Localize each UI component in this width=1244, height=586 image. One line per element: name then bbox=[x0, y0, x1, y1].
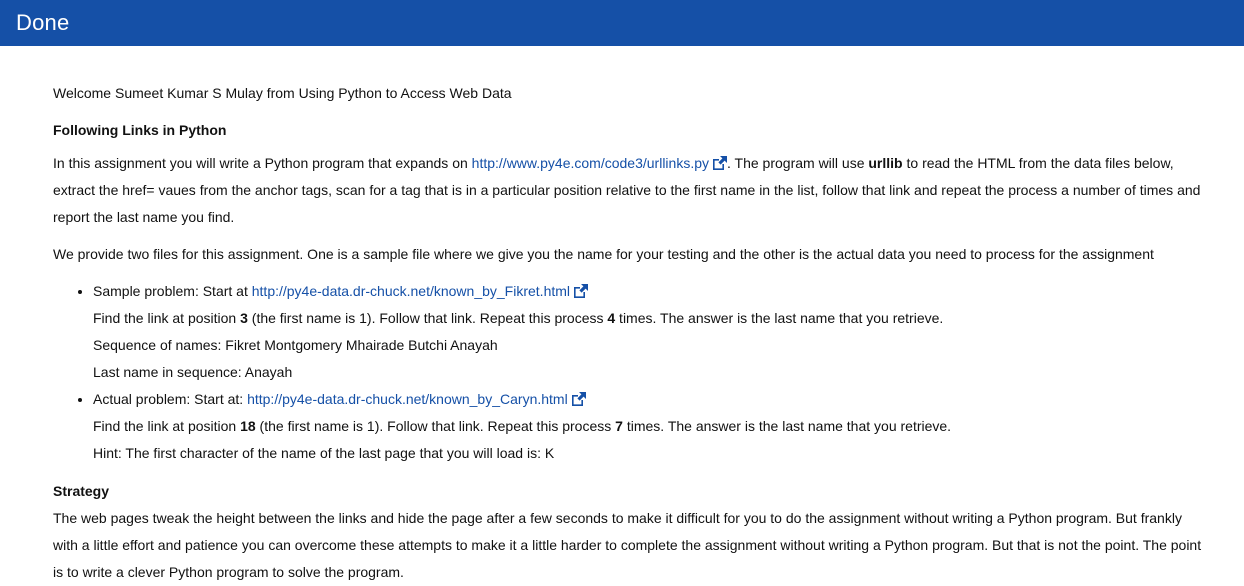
assignment-heading: Following Links in Python bbox=[53, 122, 227, 138]
actual-link[interactable]: http://py4e-data.dr-chuck.net/known_by_C… bbox=[247, 391, 568, 407]
actual-count: 7 bbox=[615, 418, 623, 434]
assignment-heading-block: Following Links in Python bbox=[53, 117, 1203, 144]
external-link-icon[interactable] bbox=[573, 284, 589, 298]
sample-last-name: Last name in sequence: Anayah bbox=[93, 364, 293, 380]
external-link-icon[interactable] bbox=[571, 392, 586, 406]
provide-text: We provide two files for this assignment… bbox=[53, 246, 1154, 262]
sample-find-post: times. The answer is the last name that … bbox=[615, 310, 944, 326]
sample-start-label: Sample problem: Start at bbox=[93, 283, 252, 299]
sample-position: 3 bbox=[240, 310, 248, 326]
welcome-text: Welcome Sumeet Kumar S Mulay from Using … bbox=[53, 80, 1203, 107]
sample-problem-item: Sample problem: Start at http://py4e-dat… bbox=[93, 278, 1203, 386]
urllib-keyword: urllib bbox=[868, 155, 903, 171]
sample-find-mid: (the first name is 1). Follow that link.… bbox=[247, 310, 608, 326]
actual-find-pre: Find the link at position bbox=[93, 418, 241, 434]
problems-list: Sample problem: Start at http://py4e-dat… bbox=[53, 278, 1203, 467]
external-link-icon[interactable] bbox=[712, 156, 728, 170]
provide-paragraph: We provide two files for this assignment… bbox=[53, 241, 1203, 268]
actual-find-post: times. The answer is the last name that … bbox=[622, 418, 952, 434]
intro-pre: In this assignment you will write a Pyth… bbox=[53, 155, 472, 171]
header-bar: Done bbox=[0, 0, 1244, 46]
sample-find-pre: Find the link at position bbox=[93, 310, 241, 326]
page-title: Done bbox=[16, 10, 70, 35]
strategy-text: The web pages tweak the height between t… bbox=[53, 510, 1202, 580]
actual-problem-item: Actual problem: Start at: http://py4e-da… bbox=[93, 386, 1203, 467]
actual-find-line: Find the link at position 18 (the first … bbox=[93, 413, 1203, 440]
sample-count: 4 bbox=[607, 310, 616, 326]
actual-find-mid: (the first name is 1). Follow that link.… bbox=[255, 418, 616, 434]
strategy-block: Strategy The web pages tweak the height … bbox=[53, 478, 1203, 586]
sample-find-line: Find the link at position 3 (the first n… bbox=[93, 305, 1203, 332]
intro-mid: . The program will use bbox=[727, 155, 869, 171]
sample-sequence: Sequence of names: Fikret Montgomery Mha… bbox=[93, 337, 498, 353]
welcome-message: Welcome Sumeet Kumar S Mulay from Using … bbox=[53, 85, 512, 101]
actual-hint: Hint: The first character of the name of… bbox=[93, 445, 555, 461]
intro-paragraph: In this assignment you will write a Pyth… bbox=[53, 150, 1203, 231]
urllinks-link[interactable]: http://www.py4e.com/code3/urllinks.py bbox=[472, 155, 709, 171]
actual-position: 18 bbox=[240, 418, 256, 434]
actual-start-label: Actual problem: Start at: bbox=[93, 391, 248, 407]
sample-link[interactable]: http://py4e-data.dr-chuck.net/known_by_F… bbox=[252, 283, 570, 299]
strategy-heading: Strategy bbox=[53, 483, 110, 499]
